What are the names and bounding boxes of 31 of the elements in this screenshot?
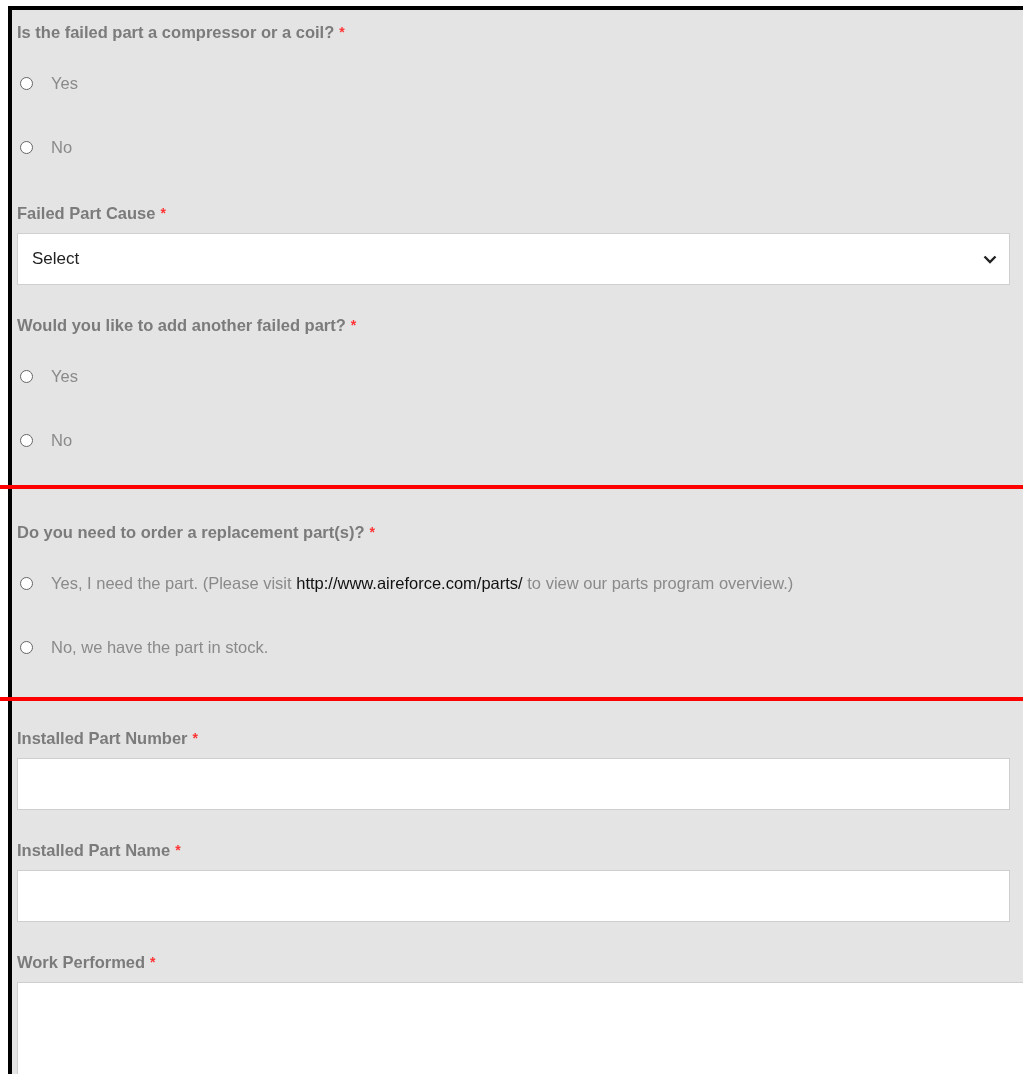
- chevron-down-icon: [983, 254, 997, 264]
- required-mark: *: [192, 730, 198, 746]
- required-mark: *: [150, 954, 156, 970]
- cause-select[interactable]: Select: [17, 233, 1010, 285]
- input-field[interactable]: [17, 870, 1010, 922]
- option-label[interactable]: No, we have the part in stock.: [51, 637, 269, 657]
- required-mark: *: [369, 524, 375, 540]
- radio-button[interactable]: [20, 433, 33, 447]
- radio-button[interactable]: [20, 369, 33, 383]
- field-label: Would you like to add another failed part?: [17, 315, 346, 335]
- field-label: Installed Part Number: [17, 728, 188, 748]
- required-mark: *: [160, 205, 166, 221]
- input-field[interactable]: [17, 758, 1010, 810]
- option-label[interactable]: Yes, I need the part. (Please visit http://www.aireforce.com/parts/ to view our parts program overview.): [51, 573, 794, 593]
- radio-button[interactable]: [20, 640, 33, 654]
- field-label: Do you need to order a replacement part(s)?: [17, 522, 365, 542]
- field-label: Failed Part Cause: [17, 203, 156, 223]
- option-label[interactable]: No: [51, 137, 73, 157]
- option-label[interactable]: No: [51, 430, 73, 450]
- option-label[interactable]: Yes: [51, 73, 78, 93]
- radio-button[interactable]: [20, 76, 33, 90]
- field-label: Installed Part Name: [17, 840, 171, 860]
- option-label[interactable]: Yes: [51, 366, 78, 386]
- field-label: Work Performed: [17, 952, 146, 972]
- required-mark: *: [339, 24, 345, 40]
- radio-button[interactable]: [20, 140, 33, 154]
- field-label: Is the failed part a compressor or a coil?: [17, 22, 335, 42]
- required-mark: *: [175, 842, 181, 858]
- required-mark: *: [350, 317, 357, 333]
- radio-button[interactable]: [20, 576, 33, 590]
- parts-link[interactable]: http://www.aireforce.com/parts/: [296, 573, 523, 592]
